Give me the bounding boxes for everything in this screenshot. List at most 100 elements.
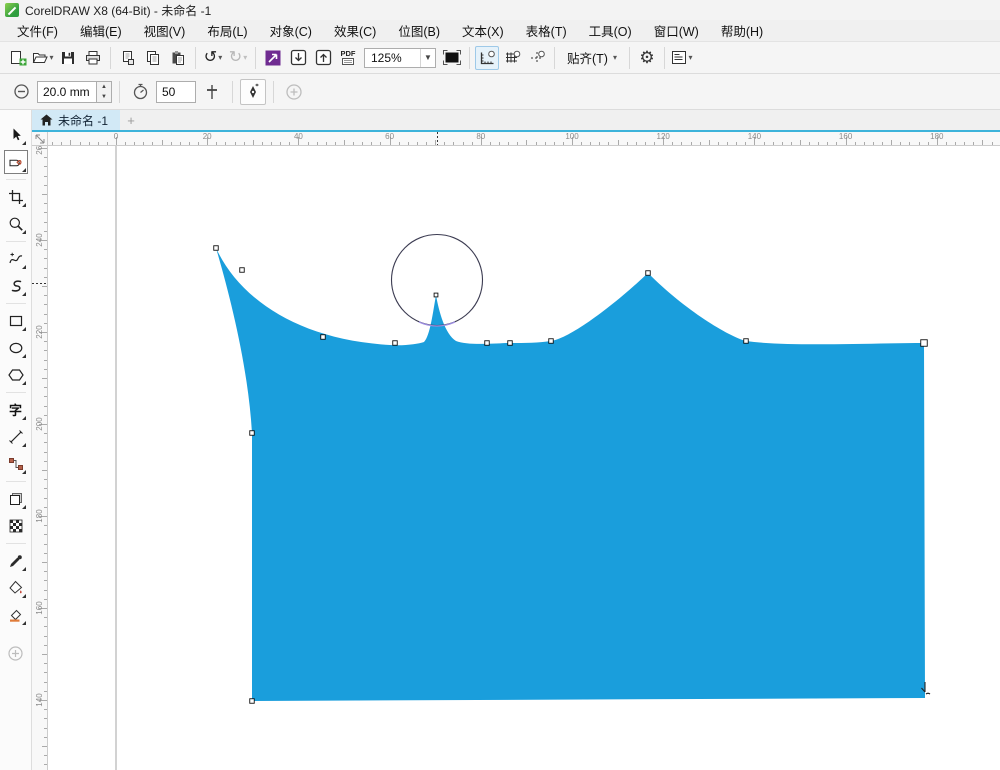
parallel-dimension-tool[interactable] bbox=[4, 425, 28, 449]
text-tool[interactable]: 字 bbox=[4, 398, 28, 422]
undo-dropdown-caret[interactable]: ▾ bbox=[218, 53, 222, 62]
snap-to-dropdown[interactable]: 贴齐(T) ▾ bbox=[560, 46, 624, 70]
ruler-tick bbox=[44, 295, 47, 297]
menu-item-help[interactable]: 帮助(H) bbox=[710, 19, 774, 42]
shape-node[interactable] bbox=[249, 698, 255, 704]
export-icon bbox=[315, 49, 331, 66]
connector-tool[interactable] bbox=[4, 452, 28, 476]
print-button[interactable] bbox=[81, 46, 105, 70]
menu-item-tools[interactable]: 工具(O) bbox=[578, 19, 643, 42]
zoom-dropdown-caret[interactable]: ▼ bbox=[420, 48, 435, 67]
copy-button[interactable] bbox=[141, 46, 165, 70]
ruler-tick bbox=[44, 764, 47, 766]
nib-size-input[interactable] bbox=[37, 80, 97, 103]
crop-tool[interactable] bbox=[4, 185, 28, 209]
cut-icon bbox=[123, 50, 134, 65]
menu-item-layout[interactable]: 布局(L) bbox=[196, 19, 258, 42]
smart-fill-tool[interactable] bbox=[4, 603, 28, 627]
shape-node[interactable] bbox=[743, 338, 749, 344]
guidelines-toggle-button[interactable] bbox=[525, 46, 549, 70]
separator bbox=[5, 303, 26, 304]
canvas-artwork[interactable] bbox=[48, 146, 1000, 770]
document-tab[interactable]: 未命名 -1 bbox=[32, 110, 121, 130]
rate-input[interactable] bbox=[156, 80, 196, 103]
cut-button[interactable] bbox=[116, 46, 140, 70]
shape-node[interactable] bbox=[920, 339, 928, 347]
transparency-icon bbox=[9, 519, 22, 533]
zoom-level-combobox[interactable]: 125% ▼ bbox=[364, 47, 436, 68]
options-button[interactable]: ⚙ bbox=[635, 46, 659, 70]
spin-up-icon[interactable]: ▲ bbox=[97, 82, 111, 92]
transparency-tool[interactable] bbox=[4, 514, 28, 538]
shape-node[interactable] bbox=[213, 245, 219, 251]
ellipse-tool[interactable] bbox=[4, 336, 28, 360]
publish-pdf-button[interactable]: PDF bbox=[336, 46, 360, 70]
new-tab-button[interactable]: + bbox=[120, 110, 142, 130]
launch-button[interactable] bbox=[261, 46, 285, 70]
shape-node[interactable] bbox=[239, 267, 245, 273]
shape-node[interactable] bbox=[320, 334, 326, 340]
menu-item-object[interactable]: 对象(C) bbox=[259, 19, 323, 42]
ruler-tick bbox=[736, 142, 738, 145]
open-dropdown-caret[interactable]: ▾ bbox=[49, 53, 53, 62]
menu-item-bitmaps[interactable]: 位图(B) bbox=[387, 19, 451, 42]
menu-item-window[interactable]: 窗口(W) bbox=[643, 19, 710, 42]
horizontal-ruler[interactable]: 0 20 40 60 80 100 120 140 160 180 bbox=[48, 132, 1000, 146]
drop-shadow-tool[interactable] bbox=[4, 487, 28, 511]
flyout-indicator bbox=[21, 141, 26, 145]
cursor-position-marker bbox=[32, 283, 47, 284]
undo-button[interactable]: ↺ ▾ bbox=[201, 46, 225, 70]
spin-down-icon[interactable]: ▼ bbox=[97, 92, 111, 102]
shape-node[interactable] bbox=[507, 340, 513, 346]
grid-toggle-button[interactable] bbox=[500, 46, 524, 70]
shape-node[interactable] bbox=[548, 338, 554, 344]
nib-size-button[interactable] bbox=[8, 79, 34, 105]
rate-slider-button[interactable] bbox=[199, 79, 225, 105]
ruler-origin-corner[interactable] bbox=[32, 132, 48, 146]
menu-item-effects[interactable]: 效果(C) bbox=[323, 19, 387, 42]
workspace-panel-button[interactable]: ▾ bbox=[670, 46, 694, 70]
nib-size-spinner[interactable]: ▲ ▼ bbox=[97, 80, 112, 103]
workspace-dropdown-caret[interactable]: ▾ bbox=[688, 53, 692, 62]
pick-tool[interactable] bbox=[4, 123, 28, 147]
customize-tool[interactable] bbox=[4, 641, 28, 665]
rectangle-tool[interactable] bbox=[4, 309, 28, 333]
nib-size-icon bbox=[13, 84, 29, 99]
open-button[interactable]: ▾ bbox=[31, 46, 55, 70]
window-title: CorelDRAW X8 (64-Bit) - 未命名 -1 bbox=[25, 3, 212, 18]
separator bbox=[628, 46, 630, 69]
drawing-canvas[interactable] bbox=[48, 146, 1000, 770]
import-button[interactable] bbox=[286, 46, 310, 70]
menu-item-file[interactable]: 文件(F) bbox=[6, 19, 69, 42]
menu-item-view[interactable]: 视图(V) bbox=[133, 19, 197, 42]
shape-node[interactable] bbox=[433, 292, 439, 298]
shape-node[interactable] bbox=[645, 270, 651, 276]
separator bbox=[5, 543, 26, 544]
shape-node[interactable] bbox=[484, 340, 490, 346]
menu-item-text[interactable]: 文本(X) bbox=[451, 19, 515, 42]
shape-node[interactable] bbox=[249, 430, 255, 436]
fullscreen-preview-button[interactable] bbox=[440, 46, 464, 70]
menu-item-table[interactable]: 表格(T) bbox=[515, 19, 578, 42]
ruler-tick bbox=[198, 142, 200, 145]
color-eyedropper-tool[interactable] bbox=[4, 549, 28, 573]
rulers-toggle-button[interactable] bbox=[475, 45, 499, 70]
smear-tool[interactable] bbox=[3, 150, 28, 174]
shape-node[interactable] bbox=[392, 340, 398, 346]
polygon-tool[interactable] bbox=[4, 363, 28, 387]
vertical-ruler[interactable]: 260 240 220 200 180 160 140 bbox=[32, 146, 48, 770]
save-button[interactable] bbox=[56, 46, 80, 70]
artistic-media-tool[interactable] bbox=[4, 274, 28, 298]
rate-button[interactable] bbox=[127, 79, 153, 105]
zoom-tool[interactable] bbox=[4, 212, 28, 236]
export-button[interactable] bbox=[311, 46, 335, 70]
redo-button[interactable]: ↻ ▾ bbox=[226, 46, 250, 70]
blue-shape[interactable] bbox=[216, 248, 925, 701]
freehand-tool[interactable] bbox=[4, 247, 28, 271]
interactive-fill-tool[interactable] bbox=[4, 576, 28, 600]
ruler-tick bbox=[891, 140, 893, 145]
pen-pressure-button[interactable] bbox=[240, 78, 266, 105]
menu-item-edit[interactable]: 编辑(E) bbox=[69, 19, 133, 42]
paste-button[interactable] bbox=[166, 46, 190, 70]
new-document-button[interactable] bbox=[6, 46, 30, 70]
